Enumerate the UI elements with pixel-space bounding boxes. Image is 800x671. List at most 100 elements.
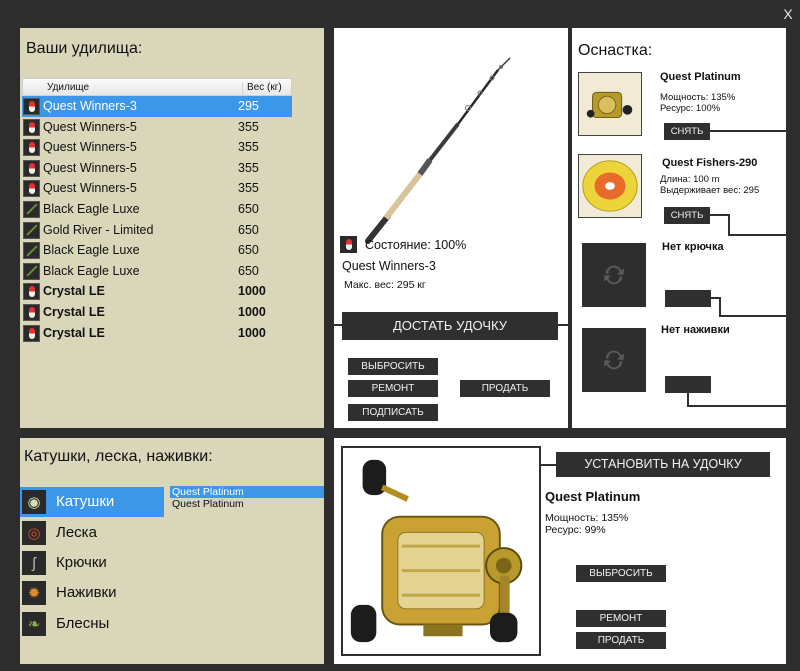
throw-away-button[interactable]: ВЫБРОСИТЬ xyxy=(576,565,666,582)
table-row[interactable]: Crystal LE 1000 xyxy=(22,281,292,302)
rod-name-cell: Quest Winners-5 xyxy=(43,160,137,175)
remove-reel-button[interactable]: СНЯТЬ xyxy=(664,123,710,140)
rod-name-cell: Black Eagle Luxe xyxy=(43,243,140,258)
equipment-title: Оснастка: xyxy=(578,42,653,59)
rod-name-cell: Quest Winners-5 xyxy=(43,140,137,155)
rod-name-cell: Quest Winners-3 xyxy=(43,99,137,113)
get-rod-button[interactable]: ДОСТАТЬ УДОЧКУ xyxy=(342,312,558,340)
bait-icon: ✹ xyxy=(22,581,46,605)
equipped-reel-power: Мощность: 135% xyxy=(660,92,736,103)
rod-weight-cell: 355 xyxy=(238,140,259,155)
rod-name: Quest Winners-3 xyxy=(342,259,436,273)
no-hook-label: Нет крючка xyxy=(662,241,724,253)
no-bait-label: Нет наживки xyxy=(661,324,730,336)
rod-name-cell: Crystal LE xyxy=(43,284,105,299)
connector-line xyxy=(710,214,730,216)
repair-button[interactable]: РЕМОНТ xyxy=(348,380,438,397)
category-label: Наживки xyxy=(56,584,117,601)
install-on-rod-button[interactable]: УСТАНОВИТЬ НА УДОЧКУ xyxy=(556,452,770,477)
category-item-3[interactable]: ✹ Наживки xyxy=(20,578,164,608)
equipment-panel: Оснастка: Quest Platinum Мощность: 135% … xyxy=(572,28,786,428)
reel-detail-panel: УСТАНОВИТЬ НА УДОЧКУ Quest Platinum Мощн… xyxy=(334,438,786,664)
rods-panel: Ваши удилища: Удилище Вес (кг) Quest Win… xyxy=(20,28,324,428)
rod-weight-cell: 355 xyxy=(238,119,259,134)
rod-weight-cell: 650 xyxy=(238,263,259,278)
float-icon xyxy=(23,180,40,198)
float-icon xyxy=(23,303,40,321)
swap-icon xyxy=(603,265,625,285)
list-item[interactable]: Quest Platinum xyxy=(170,498,324,510)
sell-button[interactable]: ПРОДАТЬ xyxy=(576,632,666,649)
rods-table: Удилище Вес (кг) Quest Winners-3 295 Quest… xyxy=(22,78,292,343)
rod-icon xyxy=(23,221,40,239)
rod-icon xyxy=(23,262,40,280)
reel-power: Мощность: 135% xyxy=(545,512,629,524)
equipped-reel-name: Quest Platinum xyxy=(660,71,741,83)
sign-button[interactable]: ПОДПИСАТЬ xyxy=(348,404,438,421)
rod-weight-cell: 650 xyxy=(238,201,259,216)
table-row[interactable]: Black Eagle Luxe 650 xyxy=(22,240,292,261)
throw-away-button[interactable]: ВЫБРОСИТЬ xyxy=(348,358,438,375)
reel-icon: ◉ xyxy=(22,490,46,514)
divider xyxy=(541,464,556,466)
category-item-4[interactable]: ❧ Блесны xyxy=(20,609,164,639)
bait-slot[interactable] xyxy=(582,328,646,392)
table-row[interactable]: Quest Winners-5 355 xyxy=(22,178,292,199)
reel-name: Quest Platinum xyxy=(545,489,641,504)
table-row[interactable]: Crystal LE 1000 xyxy=(22,323,292,344)
category-item-0[interactable]: ◉ Катушки xyxy=(20,487,164,517)
connector-line xyxy=(728,214,730,236)
equipped-line-holds: Выдерживает вес: 295 xyxy=(660,185,760,196)
reel-resource: Ресурс: 99% xyxy=(545,524,606,536)
table-row[interactable]: Quest Winners-3 295 xyxy=(22,96,292,117)
category-label: Блесны xyxy=(56,615,110,632)
rod-weight-cell: 355 xyxy=(238,181,259,196)
sub-items-list: Quest Platinum Quest Platinum xyxy=(170,486,324,510)
float-icon xyxy=(23,98,40,115)
close-button[interactable]: X xyxy=(778,4,798,24)
category-label: Крючки xyxy=(56,554,107,571)
sell-button[interactable]: ПРОДАТЬ xyxy=(460,380,550,397)
table-row[interactable]: Quest Winners-5 355 xyxy=(22,158,292,179)
rods-table-header: Удилище Вес (кг) xyxy=(22,78,292,98)
table-row[interactable]: Quest Winners-5 355 xyxy=(22,137,292,158)
rod-name-cell: Quest Winners-5 xyxy=(43,119,137,134)
table-row[interactable]: Gold River - Limited 650 xyxy=(22,220,292,241)
divider xyxy=(558,324,568,326)
category-item-2[interactable]: ʃ Крючки xyxy=(20,548,164,578)
rod-name-cell: Black Eagle Luxe xyxy=(43,263,140,278)
reel-image xyxy=(350,459,523,643)
hook-slot[interactable] xyxy=(582,243,646,307)
column-header-rod[interactable]: Удилище xyxy=(47,82,89,93)
rod-weight-cell: 1000 xyxy=(238,284,266,299)
equipped-line-length: Длина: 100 m xyxy=(660,174,720,185)
list-item[interactable]: Quest Platinum xyxy=(170,486,324,498)
table-row[interactable]: Quest Winners-5 355 xyxy=(22,117,292,138)
equipped-line-name: Quest Fishers-290 xyxy=(662,157,758,169)
hook-icon: ʃ xyxy=(22,551,46,575)
rod-max-weight: Макс. вес: 295 кг xyxy=(344,279,426,291)
float-icon xyxy=(23,118,40,136)
reel-thumbnail xyxy=(578,72,642,136)
rod-name-cell: Gold River - Limited xyxy=(43,222,154,237)
connector-line xyxy=(719,297,721,317)
rod-weight-cell: 1000 xyxy=(238,325,266,340)
table-row[interactable]: Crystal LE 1000 xyxy=(22,302,292,323)
connector-line xyxy=(719,315,786,317)
rod-weight-cell: 295 xyxy=(238,99,259,113)
rod-weight-cell: 650 xyxy=(238,243,259,258)
swap-icon xyxy=(603,350,625,370)
float-icon xyxy=(23,139,40,157)
fishing-rod-image xyxy=(365,57,511,244)
repair-button[interactable]: РЕМОНТ xyxy=(576,610,666,627)
category-item-1[interactable]: ◎ Леска xyxy=(20,518,164,548)
connector-line xyxy=(687,405,786,407)
remove-line-button[interactable]: СНЯТЬ xyxy=(664,207,710,224)
category-label: Леска xyxy=(56,524,97,541)
table-row[interactable]: Black Eagle Luxe 650 xyxy=(22,199,292,220)
rod-weight-cell: 650 xyxy=(238,222,259,237)
table-row[interactable]: Black Eagle Luxe 650 xyxy=(22,261,292,282)
reel-image-frame xyxy=(341,446,541,656)
rod-name-cell: Crystal LE xyxy=(43,304,105,319)
connector-line xyxy=(710,130,786,132)
